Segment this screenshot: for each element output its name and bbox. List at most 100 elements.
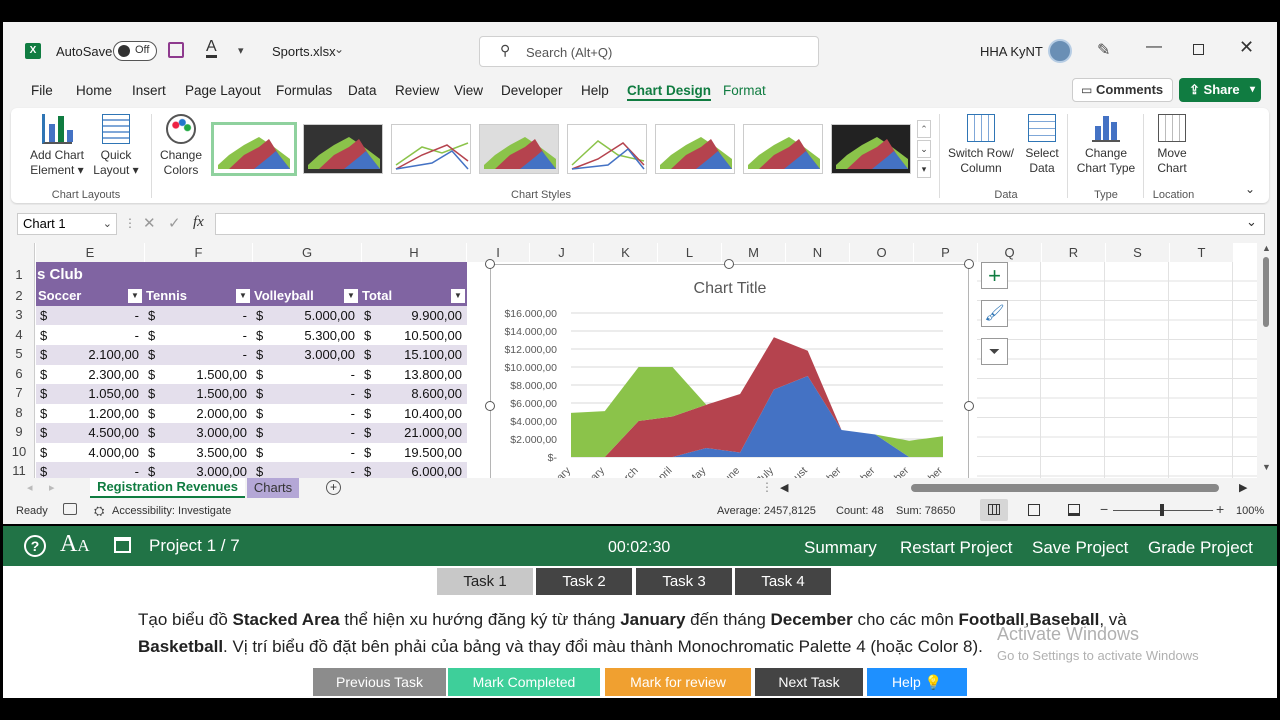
qat-dropdown-icon[interactable]: ▾ (238, 44, 244, 57)
menu-view[interactable]: View (454, 83, 483, 98)
cell[interactable]: $13.800,00 (360, 365, 467, 385)
filter-dropdown-icon[interactable]: ▼ (128, 289, 142, 303)
row-header[interactable]: 11 (3, 461, 35, 478)
previous-task-button[interactable]: Previous Task (313, 668, 446, 696)
col-header-k[interactable]: K (594, 243, 657, 262)
resize-handle[interactable] (485, 401, 495, 411)
accessibility-status[interactable]: Accessibility: Investigate (112, 505, 231, 517)
col-header-l[interactable]: L (658, 243, 721, 262)
status-count[interactable]: Count: 48 (836, 505, 884, 517)
chart-filters-button[interactable]: ⏷ (981, 338, 1008, 365)
cell[interactable]: $3.000,00 (252, 345, 360, 365)
tab-task-3[interactable]: Task 3 (636, 568, 732, 595)
file-name[interactable]: Sports.xlsx (272, 44, 336, 59)
select-all-corner[interactable] (3, 243, 35, 262)
hscroll-splitter-icon[interactable]: ⋮ (761, 480, 773, 494)
font-size-icon[interactable]: AA (60, 531, 90, 558)
col-header-e[interactable]: E (36, 243, 144, 262)
page-layout-view-icon[interactable] (1028, 504, 1040, 516)
cell[interactable]: $ - (252, 365, 360, 385)
sheet-tab-charts[interactable]: Charts (247, 478, 299, 498)
vertical-scrollbar[interactable]: ▲ ▼ (1257, 243, 1277, 478)
cell[interactable]: $1.200,00 (36, 404, 144, 424)
menu-format[interactable]: Format (723, 83, 766, 98)
formula-input[interactable] (215, 213, 1265, 235)
table-row[interactable]: $2.300,00 $1.500,00 $ - $13.800,00 (36, 364, 467, 385)
cell[interactable]: $ - (252, 443, 360, 463)
chart-style-4[interactable] (479, 124, 559, 174)
cell[interactable]: $21.000,00 (360, 423, 467, 443)
sheet-tab-registration-revenues[interactable]: Registration Revenues (90, 478, 245, 498)
cell[interactable]: $2.300,00 (36, 365, 144, 385)
cell[interactable]: $3.500,00 (144, 443, 252, 463)
row-header[interactable]: 3 (3, 305, 35, 325)
switch-row-column-button[interactable]: Switch Row/ Column (945, 114, 1017, 176)
insert-function-icon[interactable]: fx (193, 214, 204, 231)
styles-more-icon[interactable]: ▾ (917, 160, 931, 178)
cell[interactable]: $15.100,00 (360, 345, 467, 365)
change-colors-button[interactable]: Change Colors (156, 114, 206, 178)
tab-task-2[interactable]: Task 2 (536, 568, 632, 595)
avatar[interactable] (1048, 39, 1072, 63)
hscroll-right-icon[interactable]: ▶ (1239, 481, 1247, 494)
filter-dropdown-icon[interactable]: ▼ (236, 289, 250, 303)
cell[interactable]: $ - (144, 306, 252, 326)
chart-style-3[interactable] (391, 124, 471, 174)
cell[interactable]: $ - (252, 384, 360, 404)
styles-scroll-down-icon[interactable]: ⌄ (917, 140, 931, 158)
font-color-icon[interactable]: A (206, 39, 217, 58)
minimize-icon[interactable]: — (1146, 38, 1162, 56)
cell[interactable]: $ - (36, 462, 144, 478)
cell[interactable]: $2.100,00 (36, 345, 144, 365)
comments-button[interactable]: ▭ Comments (1072, 78, 1173, 102)
search-box[interactable]: ⚲ Search (Alt+Q) (479, 36, 819, 67)
table-row[interactable]: $1.050,00 $1.500,00 $ - $8.600,00 (36, 384, 467, 404)
cell[interactable]: $3.000,00 (144, 423, 252, 443)
table-row[interactable]: $ - $ - $5.300,00 $10.500,00 (36, 325, 467, 346)
stacked-area-chart[interactable]: Chart Title $- $2.000,00 $4.000,00 $6.000,00… (491, 265, 968, 478)
col-header-q[interactable]: Q (978, 243, 1041, 262)
restart-project-button[interactable]: Restart Project (900, 538, 1012, 558)
scroll-thumb[interactable] (1263, 257, 1269, 327)
chart-elements-button[interactable]: + (981, 262, 1008, 289)
table-title[interactable]: s Club (36, 262, 467, 287)
styles-scroll-up-icon[interactable]: ⌃ (917, 120, 931, 138)
cell[interactable]: $1.500,00 (144, 384, 252, 404)
cell[interactable]: $6.000,00 (360, 462, 467, 478)
chevron-down-icon[interactable]: ⌄ (103, 214, 112, 234)
col-header-i[interactable]: I (467, 243, 529, 262)
close-icon[interactable]: ✕ (1239, 37, 1254, 58)
chart-style-7[interactable] (743, 124, 823, 174)
chart-style-1[interactable] (211, 122, 297, 176)
accessibility-icon[interactable]: ⛭ (94, 503, 104, 519)
chart-style-2[interactable] (303, 124, 383, 174)
chart-styles-button[interactable]: 🖌 (981, 300, 1008, 327)
cell[interactable]: $1.050,00 (36, 384, 144, 404)
menu-page-layout[interactable]: Page Layout (185, 83, 261, 98)
worksheet[interactable]: E F G H I J K L M N O P Q R S T 1 2 3 4 … (3, 243, 1277, 478)
chevron-down-icon[interactable]: ⌄ (334, 42, 344, 56)
next-task-button[interactable]: Next Task (755, 668, 863, 696)
cell[interactable]: $9.900,00 (360, 306, 467, 326)
table-row[interactable]: $4.500,00 $3.000,00 $ - $21.000,00 (36, 423, 467, 443)
col-header-n[interactable]: N (786, 243, 849, 262)
cell[interactable]: $ - (144, 345, 252, 365)
formula-bar-more-icon[interactable]: ⋮ (124, 216, 136, 230)
menu-developer[interactable]: Developer (501, 83, 563, 98)
row-header[interactable]: 6 (3, 364, 35, 384)
cell[interactable]: $ - (36, 326, 144, 346)
mark-completed-button[interactable]: Mark Completed (448, 668, 600, 696)
cell[interactable]: $3.000,00 (144, 462, 252, 478)
resize-handle[interactable] (964, 259, 974, 269)
table-row[interactable]: $2.100,00 $ - $3.000,00 $15.100,00 (36, 345, 467, 365)
menu-chart-design[interactable]: Chart Design (627, 83, 712, 101)
menu-data[interactable]: Data (348, 83, 377, 98)
menu-review[interactable]: Review (395, 83, 439, 98)
zoom-in-icon[interactable]: + (1216, 501, 1224, 517)
cell[interactable]: $1.500,00 (144, 365, 252, 385)
col-header-f[interactable]: F (145, 243, 252, 262)
next-sheet-icon[interactable]: ▸ (49, 481, 55, 494)
help-circle-icon[interactable]: ? (24, 535, 46, 557)
cell[interactable]: $10.500,00 (360, 326, 467, 346)
pen-icon[interactable]: ✎ (1097, 40, 1110, 60)
